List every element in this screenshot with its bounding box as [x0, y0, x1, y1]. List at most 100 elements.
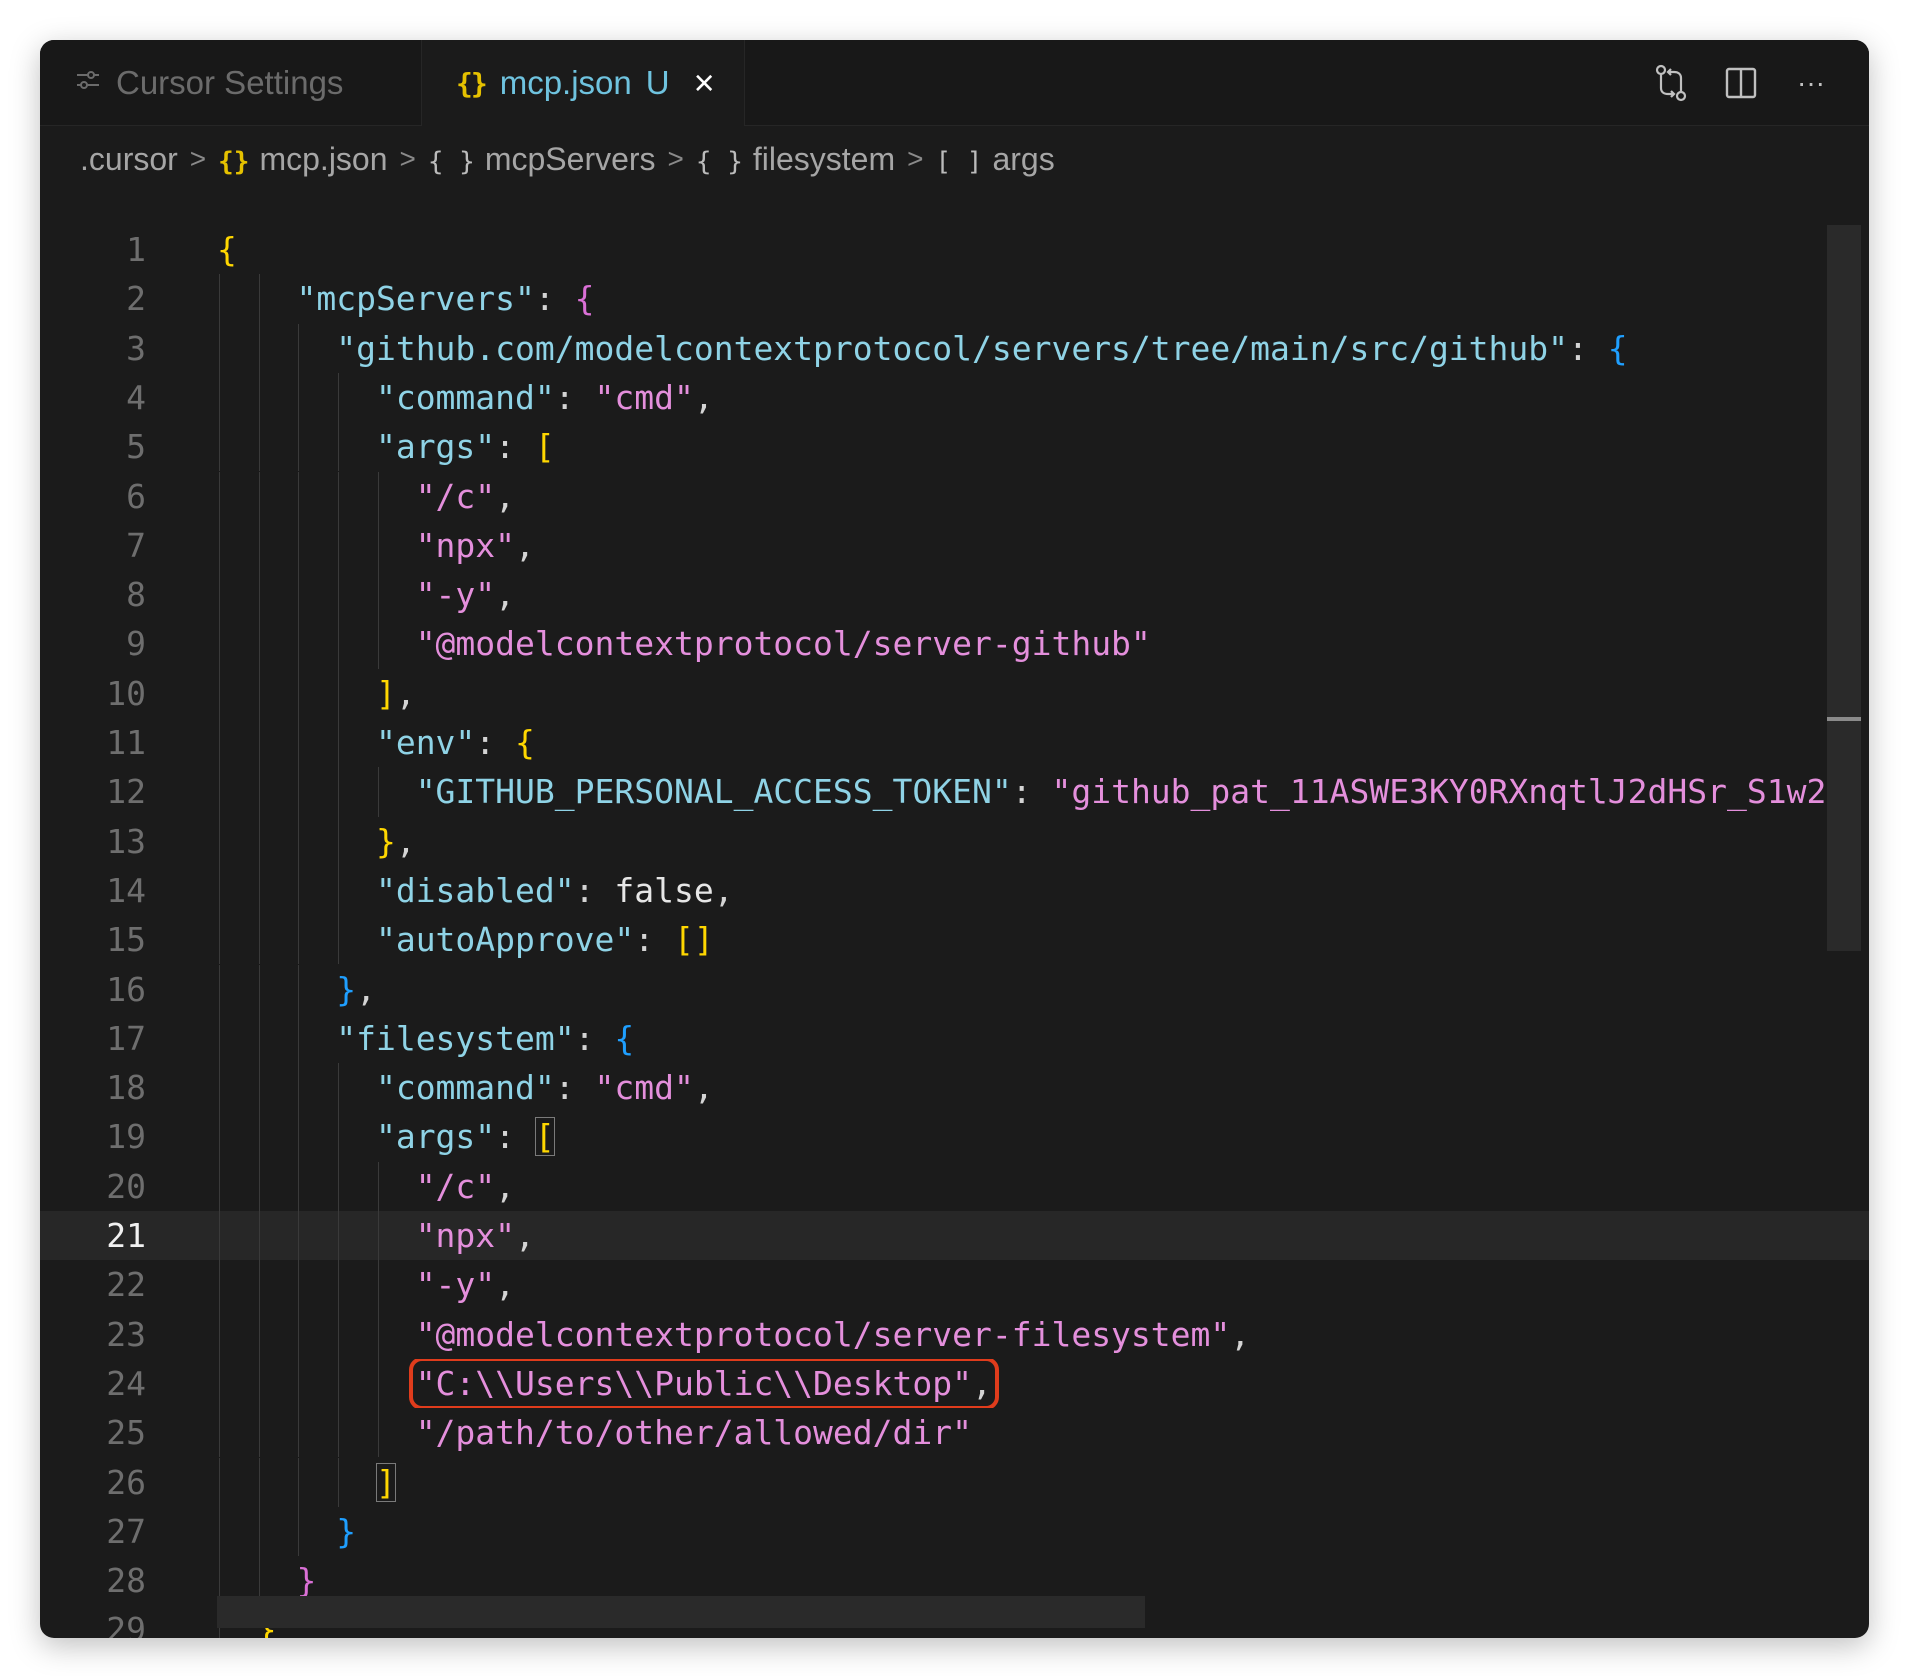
indent-guide [219, 1506, 220, 1557]
json-bracket: { [1607, 328, 1628, 368]
code-line[interactable]: 12 "GITHUB_PERSONAL_ACCESS_TOKEN": "githu… [40, 767, 1869, 817]
indent-guide [298, 520, 300, 571]
code-line[interactable]: 5 "args": [ [40, 422, 1869, 472]
json-punctuation: : [1568, 328, 1608, 368]
line-content: } [217, 1506, 1827, 1557]
json-string: "npx" [415, 1216, 516, 1255]
code-line[interactable]: 26] [40, 1457, 1869, 1507]
breadcrumb-label: filesystem [752, 140, 896, 177]
indent-guide [338, 816, 340, 866]
tab-mcp-json[interactable]: {} mcp.json U × [422, 40, 745, 126]
indent-guide [258, 1457, 260, 1507]
indent-guide [219, 1161, 220, 1211]
code-line[interactable]: 24 "C:\\Users\\Public\\Desktop", [40, 1358, 1869, 1409]
close-tab-icon[interactable]: × [694, 62, 715, 104]
line-number: 3 [126, 328, 146, 368]
code-line[interactable]: 20 "/c", [40, 1161, 1869, 1211]
json-key: "filesystem" [336, 1018, 575, 1058]
breadcrumb-item[interactable]: { } filesystem [696, 141, 895, 178]
vertical-scrollbar[interactable] [1827, 225, 1861, 951]
code-line[interactable]: 6 "/c", [40, 471, 1869, 521]
breadcrumb-item[interactable]: { } mcpServers [428, 141, 656, 178]
code-line[interactable]: 18 "command": "cmd", [40, 1063, 1869, 1113]
json-bracket: } [375, 821, 396, 861]
breadcrumb-label: mcpServers [484, 140, 656, 177]
tab-cursor-settings[interactable]: Cursor Settings [40, 40, 422, 125]
indent-guide [338, 1260, 340, 1310]
line-content: "-y", [217, 570, 1827, 620]
code-editor[interactable]: 3029}28}27}26]25"/path/to/other/allowed/… [40, 185, 1869, 1638]
line-number: 6 [126, 476, 146, 516]
more-actions-icon[interactable]: ··· [1793, 65, 1829, 101]
indent-guide [258, 570, 260, 620]
code-line[interactable]: 19 "args": [ [40, 1112, 1869, 1162]
code-line[interactable]: 27} [40, 1506, 1869, 1557]
indent-guide [258, 422, 260, 472]
split-editor-icon[interactable] [1723, 65, 1759, 101]
code-line[interactable]: 23 "@modelcontextprotocol/server-filesyst… [40, 1309, 1869, 1359]
code-line[interactable]: 17 "filesystem": { [40, 1013, 1869, 1064]
code-line[interactable]: 4 "command": "cmd", [40, 372, 1869, 423]
indent-guide [219, 520, 220, 571]
json-string: "cmd" [594, 377, 694, 417]
indent-guide [338, 767, 340, 817]
breadcrumb-separator: > [189, 143, 207, 174]
indent-guide [258, 1161, 260, 1211]
line-number: 19 [106, 1117, 146, 1157]
json-key: "args" [375, 427, 496, 467]
editor-actions: ··· [1653, 40, 1829, 125]
breadcrumb-separator: > [399, 143, 416, 174]
indent-guide [219, 323, 220, 373]
code-line[interactable]: 16}, [40, 964, 1869, 1014]
code-line[interactable]: 10], [40, 668, 1869, 718]
indent-guide [298, 570, 300, 620]
indent-guide [377, 1309, 379, 1359]
json-literal: false [614, 870, 714, 910]
indent-guide [219, 1063, 220, 1113]
code-line[interactable]: 9 "@modelcontextprotocol/server-github" [40, 619, 1869, 669]
json-key: "mcpServers" [296, 279, 535, 319]
indent-guide [298, 1457, 300, 1507]
indent-guide [298, 964, 300, 1014]
indent-guide [298, 1309, 300, 1359]
code-line[interactable]: 8 "-y", [40, 570, 1869, 620]
code-line[interactable]: 25 "/path/to/other/allowed/dir" [40, 1408, 1869, 1458]
json-key: "GITHUB_PERSONAL_ACCESS_TOKEN" [415, 772, 1012, 812]
indent-guide [219, 718, 220, 768]
indent-guide [298, 1112, 300, 1162]
json-key: "disabled" [375, 870, 575, 910]
compare-changes-icon[interactable] [1653, 64, 1689, 101]
json-key: "command" [375, 1068, 555, 1108]
code-line[interactable]: 21 "npx", [40, 1211, 1869, 1261]
indent-guide [338, 668, 340, 718]
code-line[interactable]: 1{ [40, 225, 1869, 274]
code-line[interactable]: 3 "github.com/modelcontextprotocol/server… [40, 323, 1869, 373]
breadcrumb-item[interactable]: .cursor [80, 141, 178, 178]
code-line[interactable]: 11 "env": { [40, 718, 1869, 768]
code-line[interactable]: 15 "autoApprove": [] [40, 915, 1869, 965]
code-line[interactable]: 7 "npx", [40, 520, 1869, 571]
array-icon: [ ] [935, 146, 983, 177]
json-file-icon: {} [456, 66, 488, 100]
breadcrumb-item[interactable]: [ ] args [935, 141, 1054, 178]
indent-guide [338, 570, 340, 620]
json-punctuation: : [495, 1117, 535, 1157]
code-line[interactable]: 22 "-y", [40, 1260, 1869, 1310]
json-punctuation: , [515, 1216, 535, 1255]
code-line[interactable]: 14 "disabled": false, [40, 865, 1869, 916]
json-bracket: } [336, 1511, 357, 1551]
indent-guide [338, 520, 340, 571]
line-content: }, [217, 816, 1827, 866]
sliders-icon [74, 64, 102, 102]
line-content: "-y", [217, 1260, 1827, 1310]
breadcrumb-item[interactable]: {} mcp.json [218, 141, 387, 178]
line-number: 22 [106, 1265, 146, 1305]
code-line[interactable]: 13}, [40, 816, 1869, 866]
line-content: "filesystem": { [217, 1013, 1827, 1064]
indent-guide [219, 1260, 220, 1310]
horizontal-scrollbar[interactable] [217, 1596, 1145, 1628]
scrollbar-cursor-marker [1827, 717, 1861, 721]
indent-guide [298, 1358, 300, 1409]
code-line[interactable]: 2 "mcpServers": { [40, 274, 1869, 324]
indent-guide [298, 1260, 300, 1310]
